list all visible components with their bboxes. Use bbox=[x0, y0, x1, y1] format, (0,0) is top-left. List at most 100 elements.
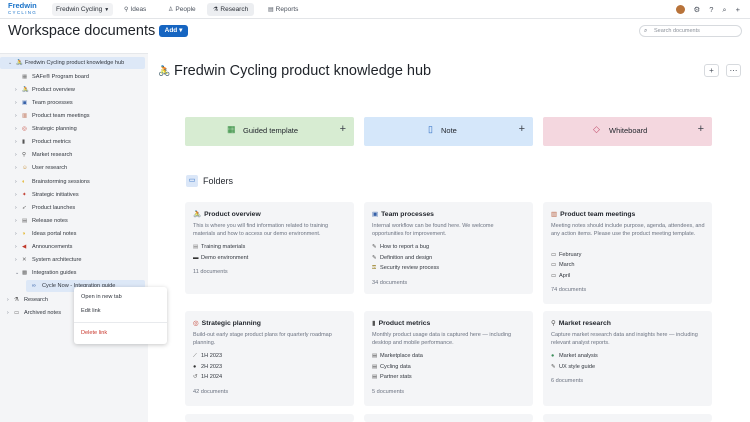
tree-item[interactable]: › ▥ Product team meetings bbox=[0, 110, 148, 122]
caret-right-icon[interactable]: › bbox=[15, 189, 17, 201]
workspace-switcher[interactable]: Fredwin Cycling ▼ bbox=[52, 3, 114, 16]
company-logo[interactable]: Fredwin CYCLING bbox=[8, 2, 37, 16]
folder-document-link[interactable]: ● Market analysis bbox=[551, 353, 598, 359]
tree-item[interactable]: › ▣ Team processes bbox=[0, 97, 148, 109]
folder-card[interactable]: 🚴 Product overview This is where you will … bbox=[185, 202, 354, 294]
caret-right-icon[interactable]: › bbox=[15, 162, 17, 174]
add-icon[interactable]: + bbox=[736, 5, 740, 14]
folder-document-link[interactable]: ▭ February bbox=[551, 252, 581, 258]
folder-document-link[interactable]: ▤ Cycling data bbox=[372, 364, 411, 370]
tab-ideas[interactable]: ⚲ Ideas bbox=[118, 3, 152, 16]
folder-document-link[interactable]: ↺ 1H 2024 bbox=[193, 374, 222, 380]
folder-description: Capture market research data and insight… bbox=[551, 332, 698, 346]
calendar-icon: ▥ bbox=[22, 113, 28, 119]
tree-item-label: Product metrics bbox=[32, 139, 71, 145]
tree-item[interactable]: › ➶ Product launches bbox=[0, 202, 148, 214]
folder-document-link[interactable]: ▤ Partner stats bbox=[372, 374, 412, 380]
help-icon[interactable]: ? bbox=[709, 5, 713, 14]
folder-card[interactable]: ▮ Product metrics Monthly product usage da… bbox=[364, 311, 533, 406]
folder-card[interactable]: ◎ Strategic planning Build-out early stage… bbox=[185, 311, 354, 406]
folder-card-title[interactable]: ▣ Team processes bbox=[372, 210, 434, 218]
caret-right-icon[interactable]: › bbox=[15, 136, 17, 148]
folder-title-text: Team processes bbox=[381, 211, 434, 218]
document-title: 1H 2023 bbox=[201, 353, 223, 359]
team-icon: ▣ bbox=[22, 100, 28, 106]
folder-document-link[interactable]: ● 2H 2023 bbox=[193, 364, 222, 370]
add-button[interactable]: Add ▾ bbox=[159, 25, 188, 37]
tab-research[interactable]: ⚗ Research bbox=[207, 3, 255, 16]
tree-item-label: SAFe® Program board bbox=[32, 74, 89, 80]
folder-card-title[interactable]: ▮ Product metrics bbox=[372, 319, 430, 327]
tree-item[interactable]: › ◎ Strategic planning bbox=[0, 123, 148, 135]
tree-item[interactable]: ⌄ ▩ Integration guides bbox=[0, 267, 148, 279]
search-input[interactable]: ⌕ Search documents bbox=[639, 25, 742, 37]
tree-item[interactable]: › ◑ Ideas portal notes bbox=[0, 228, 148, 240]
more-options-button[interactable]: ⋯ bbox=[726, 64, 741, 77]
caret-right-icon[interactable]: › bbox=[15, 149, 17, 161]
folder-document-count: 34 documents bbox=[372, 279, 408, 286]
folder-card[interactable]: ▥ Product team meetings Meeting notes shou… bbox=[543, 202, 712, 304]
tile-guided-template[interactable]: ▦ Guided template + bbox=[185, 117, 354, 146]
document-title: Definition and design bbox=[380, 254, 433, 261]
folder-document-link[interactable]: ▭ March bbox=[551, 262, 575, 268]
folder-card[interactable] bbox=[185, 414, 354, 422]
tree-item[interactable]: › ▤ Release notes bbox=[0, 215, 148, 227]
folder-document-link[interactable]: ✎ How to report a bug bbox=[372, 244, 429, 250]
tree-item[interactable]: › 🚴 Product overview bbox=[0, 84, 148, 96]
menu-item-delete-link[interactable]: Delete link bbox=[81, 330, 107, 336]
folder-card-title[interactable]: ⚲ Market research bbox=[551, 319, 611, 327]
tab-people[interactable]: ♙ People bbox=[162, 3, 202, 16]
caret-right-icon[interactable]: › bbox=[15, 123, 17, 135]
folder-document-link[interactable]: ⟋ 1H 2023 bbox=[193, 353, 222, 360]
folders-heading: Folders bbox=[203, 176, 234, 186]
caret-right-icon[interactable]: › bbox=[7, 294, 9, 306]
caret-right-icon[interactable]: › bbox=[15, 241, 17, 253]
menu-item-open-new-tab[interactable]: Open in new tab bbox=[81, 294, 122, 300]
folder-card[interactable]: ▣ Team processes Internal workflow can be … bbox=[364, 202, 533, 294]
folder-card-title[interactable]: ▥ Product team meetings bbox=[551, 210, 635, 218]
folder-card[interactable] bbox=[364, 414, 533, 422]
folder-document-link[interactable]: ▤ Training materials bbox=[193, 244, 245, 250]
folder-document-link[interactable]: ⚿ Security review process bbox=[372, 265, 439, 272]
tree-item[interactable]: › ▮ Product metrics bbox=[0, 136, 148, 148]
tree-item[interactable]: › ◀ Announcements bbox=[0, 241, 148, 253]
caret-right-icon[interactable]: › bbox=[15, 84, 17, 96]
chart-icon: ▤ bbox=[268, 7, 274, 13]
caret-right-icon[interactable]: › bbox=[15, 176, 17, 188]
folder-document-link[interactable]: ✎ Definition and design bbox=[372, 255, 432, 261]
caret-right-icon[interactable]: › bbox=[15, 202, 17, 214]
compass-icon: ✦ bbox=[22, 192, 27, 198]
add-document-button[interactable]: + bbox=[704, 64, 719, 77]
menu-item-edit-link[interactable]: Edit link bbox=[81, 308, 101, 314]
folder-card-title[interactable]: ◎ Strategic planning bbox=[193, 319, 261, 327]
caret-down-icon[interactable]: ⌄ bbox=[15, 267, 19, 279]
tree-item[interactable]: › ◐ Brainstorming sessions bbox=[0, 176, 148, 188]
tree-item[interactable]: › ✕ System architecture bbox=[0, 254, 148, 266]
folder-card[interactable] bbox=[543, 414, 712, 422]
folder-document-link[interactable]: ▭ April bbox=[551, 273, 570, 279]
caret-right-icon[interactable]: › bbox=[7, 307, 9, 319]
folder-document-link[interactable]: ▬ Demo environment bbox=[193, 255, 248, 261]
tile-note[interactable]: ▯ Note + bbox=[364, 117, 533, 146]
tab-reports[interactable]: ▤ Reports bbox=[262, 3, 304, 16]
caret-right-icon[interactable]: › bbox=[15, 97, 17, 109]
folder-card[interactable]: ⚲ Market research Capture market research … bbox=[543, 311, 712, 406]
caret-right-icon[interactable]: › bbox=[15, 228, 17, 240]
avatar[interactable] bbox=[675, 5, 685, 14]
tree-item[interactable]: › ☺ User research bbox=[0, 162, 148, 174]
tree-item[interactable]: ▦ SAFe® Program board bbox=[0, 71, 148, 83]
caret-right-icon[interactable]: › bbox=[15, 110, 17, 122]
tree-item-root[interactable]: ⌄ 🚴 Fredwin Cycling product knowledge hu… bbox=[0, 57, 145, 69]
bulb-icon: ◐ bbox=[22, 179, 26, 185]
settings-gear-icon[interactable]: ⚙ bbox=[694, 5, 701, 14]
search-icon[interactable]: ⌕ bbox=[722, 5, 726, 15]
caret-right-icon[interactable]: › bbox=[15, 254, 17, 266]
tree-item[interactable]: › ✦ Strategic initiatives bbox=[0, 189, 148, 201]
folder-card-title[interactable]: 🚴 Product overview bbox=[193, 210, 261, 218]
tree-item[interactable]: › ⚲ Market research bbox=[0, 149, 148, 161]
caret-down-icon[interactable]: ⌄ bbox=[8, 57, 12, 69]
folder-document-link[interactable]: ▤ Marketplace data bbox=[372, 353, 423, 359]
caret-right-icon[interactable]: › bbox=[15, 215, 17, 227]
tile-whiteboard[interactable]: ◇ Whiteboard + bbox=[543, 117, 712, 146]
folder-document-link[interactable]: ✎ UX style guide bbox=[551, 364, 595, 370]
